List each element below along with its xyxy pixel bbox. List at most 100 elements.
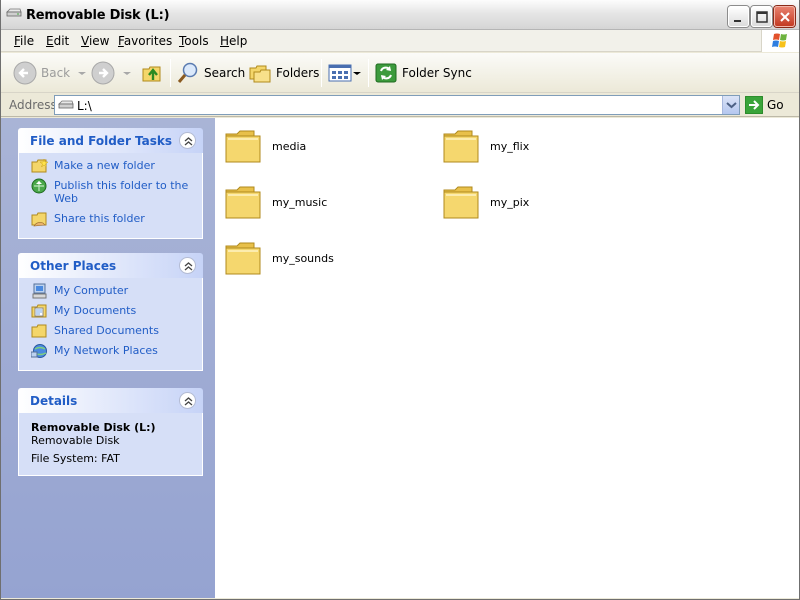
new-folder-icon xyxy=(31,158,49,173)
details-type: Removable Disk xyxy=(31,434,120,447)
place-label: My Documents xyxy=(54,304,137,317)
minimize-icon xyxy=(734,20,741,22)
menu-edit-accel: E xyxy=(46,34,54,48)
folder-item-my-sounds[interactable]: my_sounds xyxy=(224,238,424,282)
title-bar[interactable]: Removable Disk (L:) xyxy=(1,0,799,30)
menu-tools[interactable]: Tools xyxy=(179,34,209,48)
search-icon xyxy=(177,62,198,83)
folder-item-media[interactable]: media xyxy=(224,126,424,170)
toolbar-separator xyxy=(368,59,369,87)
panel-header[interactable]: Other Places xyxy=(18,253,203,278)
address-value: L:\ xyxy=(77,99,92,113)
folder-sync-icon xyxy=(375,63,397,83)
menu-help-accel: H xyxy=(220,34,230,48)
collapse-button[interactable] xyxy=(179,257,196,274)
folder-icon xyxy=(225,242,261,275)
details-name: Removable Disk (L:) xyxy=(31,421,156,434)
folder-icon xyxy=(225,130,261,163)
panel-body: Make a new folder Publish this folder to… xyxy=(18,153,203,239)
panel-header[interactable]: Details xyxy=(18,388,203,413)
windows-logo-icon xyxy=(761,30,799,52)
close-icon xyxy=(780,12,790,22)
minimize-button[interactable] xyxy=(728,6,749,27)
place-my-computer[interactable]: My Computer xyxy=(19,283,202,299)
folders-label: Folders xyxy=(276,66,320,80)
collapse-button[interactable] xyxy=(179,392,196,409)
folders-icon xyxy=(249,65,271,83)
folder-item-my-flix[interactable]: my_flix xyxy=(442,126,642,170)
task-share-folder[interactable]: Share this folder xyxy=(19,212,202,227)
task-pane: File and Folder Tasks Make a new folder … xyxy=(1,118,215,598)
publish-web-icon xyxy=(31,178,47,194)
search-button[interactable]: Search xyxy=(176,61,245,85)
chevron-down-icon xyxy=(78,72,87,75)
folder-icon xyxy=(443,186,479,219)
my-computer-icon xyxy=(32,283,47,299)
address-label: Address xyxy=(9,98,57,112)
forward-arrow-icon xyxy=(91,61,115,85)
menu-view-label: iew xyxy=(88,34,110,48)
folder-icon xyxy=(443,130,479,163)
folder-item-my-music[interactable]: my_music xyxy=(224,182,424,226)
place-label: My Network Places xyxy=(54,344,158,357)
views-icon xyxy=(328,64,352,82)
close-button[interactable] xyxy=(774,6,795,27)
chevron-down-icon xyxy=(123,72,131,75)
folder-name: my_sounds xyxy=(272,252,334,265)
go-arrow-icon xyxy=(745,96,763,114)
address-dropdown-button[interactable] xyxy=(722,96,739,114)
panel-title: Details xyxy=(30,394,78,408)
views-button[interactable] xyxy=(328,61,362,85)
folder-name: my_pix xyxy=(490,196,530,209)
window-title: Removable Disk (L:) xyxy=(26,8,170,23)
shared-documents-icon xyxy=(31,324,47,338)
go-label: Go xyxy=(767,98,784,112)
up-folder-icon xyxy=(142,66,161,82)
menu-view[interactable]: View xyxy=(81,34,109,48)
maximize-button[interactable] xyxy=(751,6,772,27)
address-input[interactable]: L:\ xyxy=(54,95,740,115)
task-make-new-folder[interactable]: Make a new folder xyxy=(19,158,202,173)
task-label: Share this folder xyxy=(54,212,145,225)
forward-button[interactable] xyxy=(91,61,133,85)
removable-disk-icon xyxy=(58,100,74,109)
menu-view-accel: V xyxy=(81,34,89,48)
go-button[interactable]: Go xyxy=(745,96,784,114)
other-places-panel: Other Places My Computer My Documents Sh… xyxy=(18,253,203,371)
menu-favorites[interactable]: Favorites xyxy=(118,34,172,48)
removable-disk-icon xyxy=(6,8,22,17)
panel-title: File and Folder Tasks xyxy=(30,134,173,148)
task-publish-web[interactable]: Publish this folder to the Web xyxy=(19,178,202,205)
folders-button[interactable]: Folders xyxy=(248,61,319,85)
folder-icon xyxy=(225,186,261,219)
folder-name: my_flix xyxy=(490,140,530,153)
menu-bar: File Edit View Favorites Tools Help xyxy=(1,30,799,52)
collapse-chevron-icon xyxy=(184,137,193,146)
folder-view[interactable]: media my_flix my_music my_pix my_sounds xyxy=(215,118,799,598)
details-filesystem: File System: FAT xyxy=(31,452,120,465)
menu-help-label: elp xyxy=(229,34,248,48)
collapse-button[interactable] xyxy=(179,132,196,149)
up-folder-button[interactable] xyxy=(140,61,164,85)
chevron-down-icon xyxy=(353,72,361,75)
share-folder-icon xyxy=(31,212,47,227)
place-label: Shared Documents xyxy=(54,324,159,337)
panel-body: My Computer My Documents Shared Document… xyxy=(18,278,203,371)
maximize-icon xyxy=(756,11,768,23)
task-label: Publish this folder to the Web xyxy=(54,179,189,205)
menu-edit-label: dit xyxy=(53,34,70,48)
folder-sync-button[interactable]: Folder Sync xyxy=(374,61,472,85)
menu-file[interactable]: File xyxy=(14,34,34,48)
place-shared-documents[interactable]: Shared Documents xyxy=(19,324,202,338)
folder-item-my-pix[interactable]: my_pix xyxy=(442,182,642,226)
my-documents-icon xyxy=(31,304,47,318)
chevron-down-icon xyxy=(726,102,737,109)
panel-header[interactable]: File and Folder Tasks xyxy=(18,128,203,153)
menu-help[interactable]: Help xyxy=(220,34,247,48)
place-my-network-places[interactable]: My Network Places xyxy=(19,344,202,358)
menu-edit[interactable]: Edit xyxy=(46,34,69,48)
place-my-documents[interactable]: My Documents xyxy=(19,304,202,318)
place-label: My Computer xyxy=(54,284,129,297)
back-button[interactable]: Back xyxy=(13,61,88,85)
collapse-chevron-icon xyxy=(184,262,193,271)
